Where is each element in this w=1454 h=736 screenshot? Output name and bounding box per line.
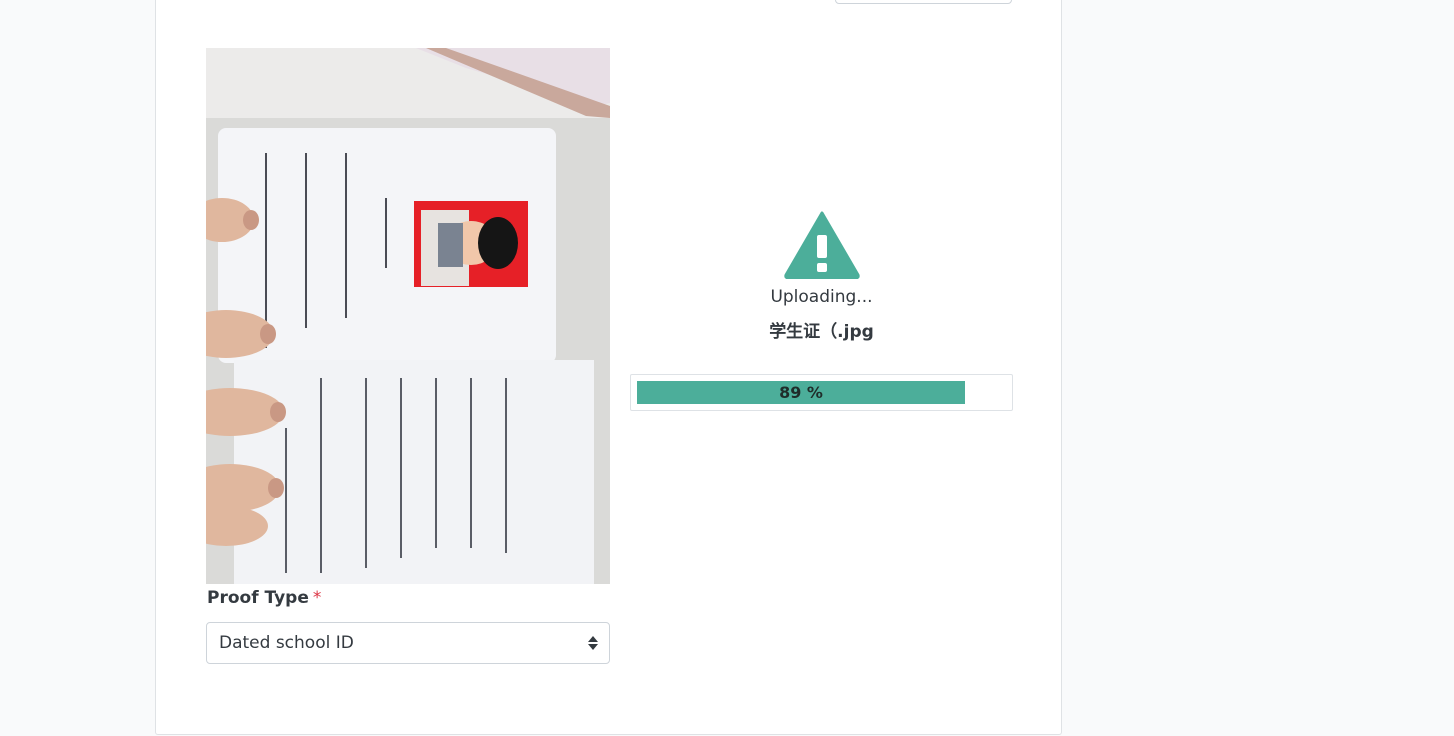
proof-type-label: Proof Type * — [207, 588, 321, 608]
upload-progress-label: 89 % — [779, 383, 823, 402]
proof-type-select[interactable]: Dated school ID — [206, 622, 610, 664]
warning-triangle-icon — [783, 211, 860, 279]
upload-card: Uploading... 学生证（.jpg 89 % Proof Type * D… — [155, 0, 1062, 735]
upload-file-name: 学生证（.jpg — [769, 322, 874, 342]
proof-type-label-text: Proof Type — [207, 588, 309, 608]
upload-status: Uploading... 学生证（.jpg — [630, 198, 1013, 342]
required-marker: * — [312, 588, 322, 608]
upload-status-text: Uploading... — [770, 287, 873, 307]
uploaded-document-photo — [206, 48, 610, 584]
top-action-button[interactable] — [835, 0, 1012, 4]
select-caret-icon — [588, 636, 598, 650]
upload-progress-bar: 89 % — [630, 374, 1013, 411]
proof-type-selected-value: Dated school ID — [219, 633, 354, 653]
